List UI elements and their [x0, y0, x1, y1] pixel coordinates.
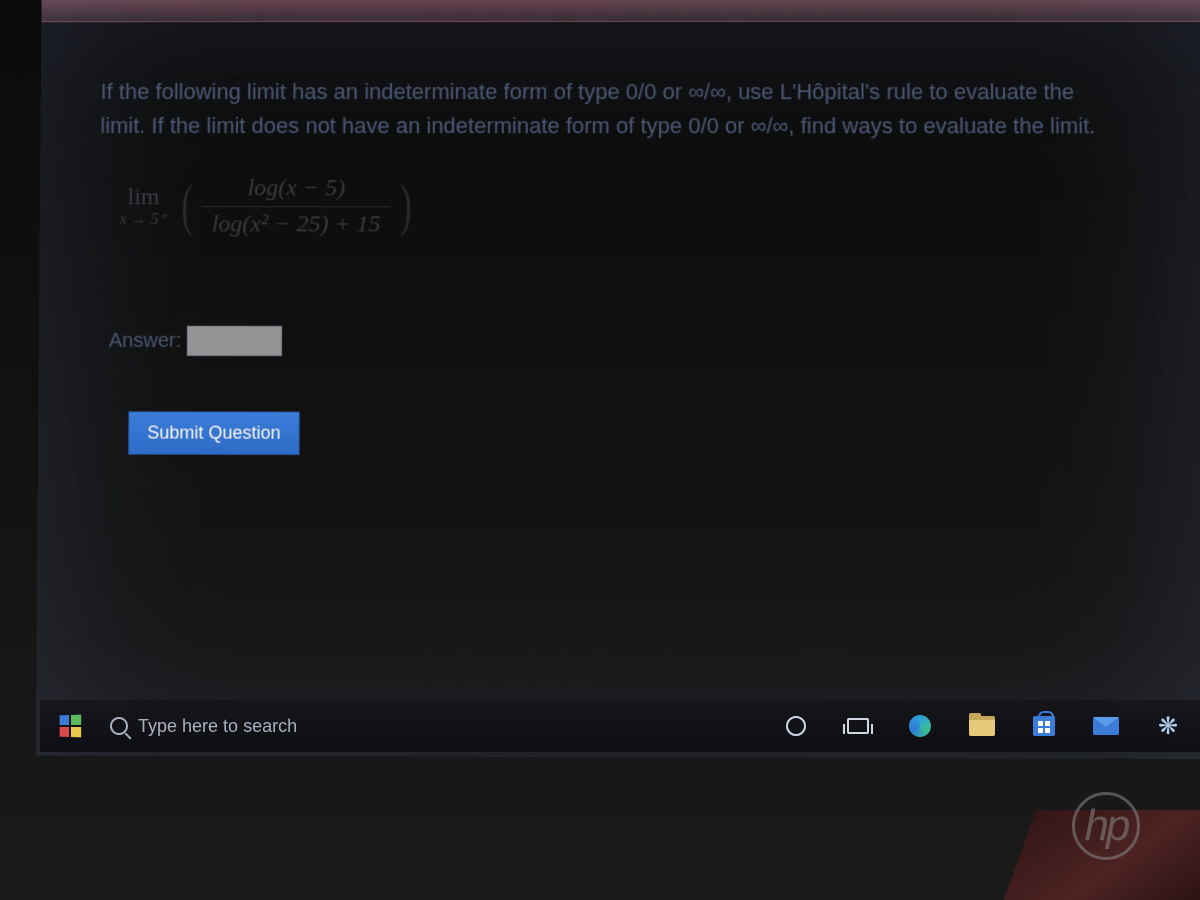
- taskview-icon: [847, 718, 869, 734]
- taskbar-search[interactable]: Type here to search: [96, 707, 496, 745]
- cortana-button[interactable]: [782, 712, 810, 740]
- fraction: log(x − 5) log(x² − 25) + 15: [202, 173, 391, 240]
- right-paren: ): [400, 183, 411, 231]
- edge-button[interactable]: [906, 712, 934, 740]
- start-button[interactable]: [48, 706, 92, 746]
- limit-operator: lim x → 5⁺: [120, 184, 168, 229]
- windows-icon: [60, 715, 82, 738]
- answer-label: Answer:: [109, 329, 181, 352]
- circle-icon: [786, 716, 806, 736]
- store-icon: [1033, 716, 1055, 736]
- header-bar: [41, 0, 1200, 22]
- task-view-button[interactable]: [844, 712, 872, 740]
- taskbar: Type here to search ❋: [40, 700, 1200, 752]
- hp-logo: hp: [1072, 792, 1140, 860]
- mail-icon: [1093, 717, 1119, 735]
- search-icon: [110, 717, 128, 735]
- math-expression: lim x → 5⁺ ( log(x − 5) log(x² − 25) + 1…: [120, 173, 1163, 241]
- taskbar-right: ❋: [782, 712, 1192, 740]
- answer-row: Answer:: [109, 326, 1164, 358]
- gear-icon: ❋: [1158, 712, 1178, 741]
- search-placeholder: Type here to search: [138, 716, 297, 737]
- store-button[interactable]: [1030, 712, 1058, 740]
- settings-button[interactable]: ❋: [1154, 712, 1182, 740]
- submit-button[interactable]: Submit Question: [128, 411, 300, 455]
- edge-icon: [909, 715, 931, 737]
- explorer-button[interactable]: [968, 712, 996, 740]
- left-paren: (: [181, 183, 192, 231]
- app-content: If the following limit has an indetermin…: [36, 0, 1200, 759]
- denominator: log(x² − 25) + 15: [202, 206, 391, 240]
- mail-button[interactable]: [1092, 712, 1120, 740]
- answer-input[interactable]: [187, 326, 282, 356]
- limit-word: lim: [127, 184, 159, 211]
- limit-approach: x → 5⁺: [120, 209, 168, 229]
- folder-icon: [969, 716, 995, 736]
- question-prompt: If the following limit has an indetermin…: [100, 75, 1102, 144]
- numerator: log(x − 5): [238, 173, 356, 206]
